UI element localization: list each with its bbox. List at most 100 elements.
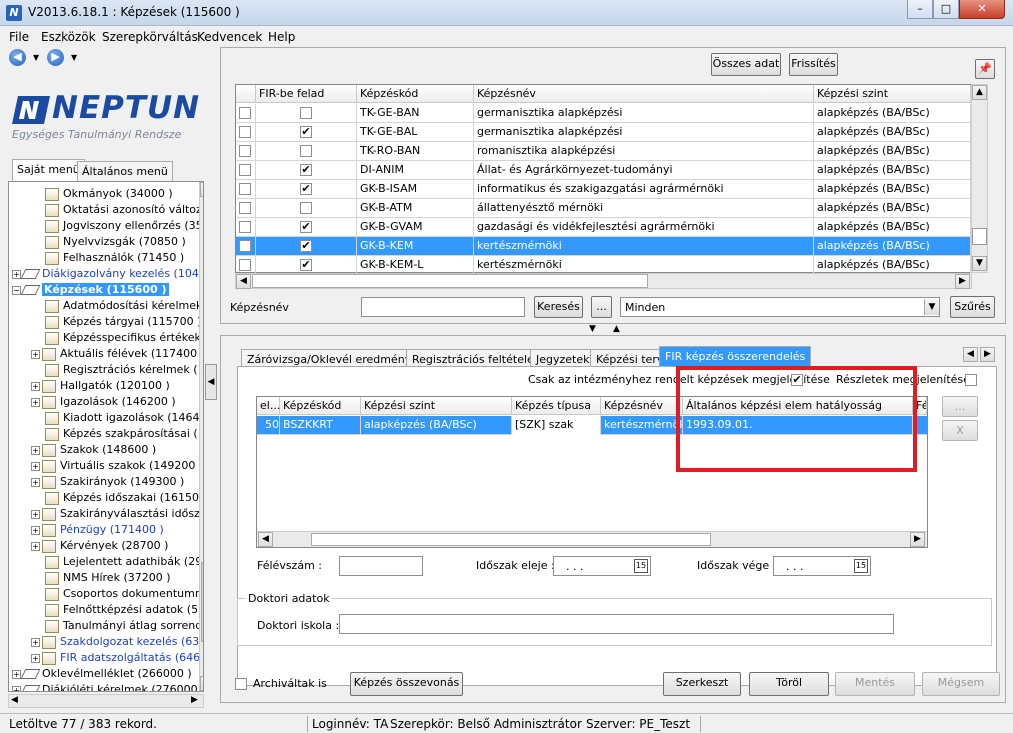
grid-scroll-thumb[interactable] [252,274,648,288]
semester-input[interactable] [339,556,423,576]
merge-training-button[interactable]: Képzés összevonás [350,672,463,696]
tree-node[interactable]: Kiadott igazolások (14640 [45,410,203,426]
menu-tools[interactable]: Eszközök [41,30,96,44]
tree-horizontal-scrollbar[interactable]: ◀ ▶ [8,694,204,708]
tree-vertical-scrollbar[interactable]: ▲ ▼ [199,182,203,691]
forward-arrow-icon[interactable]: ▶ [47,49,64,66]
tree-node[interactable]: + Oklevélmelléklet (266000 ) [12,666,192,682]
expand-icon[interactable]: + [31,461,40,471]
delete-button[interactable]: Töröl [749,672,829,696]
row-select-checkbox[interactable] [239,183,251,195]
tree-node[interactable]: + Diákjóléti kérelmek (276000 ) [12,682,203,691]
column-header[interactable]: Képzési szint [814,85,971,103]
calendar-icon[interactable]: 15 [854,559,868,573]
tree-node[interactable]: + FIR adatszolgáltatás (646 [31,650,200,666]
scroll-left-icon[interactable]: ◀ [11,695,18,705]
column-header[interactable]: Képzéskód [357,85,474,103]
fir-submit-checkbox[interactable] [300,145,312,157]
fir-grid-scroll-thumb[interactable] [311,533,711,546]
tree-node[interactable]: + Diákigazolvány kezelés (1040 [12,266,203,282]
scroll-down-icon[interactable]: ▼ [972,256,987,271]
menu-file[interactable]: File [9,30,29,44]
tree-node[interactable]: + Szakdolgozat kezelés (63 [31,634,199,650]
expand-icon[interactable]: + [12,269,21,279]
tree-node[interactable]: Képzés szakpárosításai (1 [45,426,203,442]
table-row[interactable]: ✔ GK-B-ISAM informatikus és szakigazgatási… [236,180,971,199]
period-end-input[interactable]: . . . 15 [773,556,871,576]
row-select-checkbox[interactable] [239,164,251,176]
table-row[interactable]: TK-RO-BAN romanisztika alapképzési alapkép… [236,142,971,161]
forward-dropdown-icon[interactable]: ▼ [71,53,77,62]
tab-training-plan[interactable]: Képzési terv [590,349,670,367]
pin-icon[interactable]: 📌 [975,59,995,79]
tree-node[interactable]: + Virtuális szakok (149200 ) [31,458,203,474]
expand-icon[interactable]: + [31,477,40,487]
scroll-right-icon[interactable]: ▶ [191,695,198,705]
maximize-button[interactable]: □ [933,0,959,19]
expand-icon[interactable]: + [31,637,40,647]
table-row[interactable]: GK-B-ATM állattenyésztő mérnöki alapképzés… [236,199,971,218]
fir-submit-checkbox[interactable] [300,202,312,214]
fir-grid-horizontal-scrollbar[interactable]: ◀ ▶ [257,531,927,547]
expand-icon[interactable]: + [12,669,21,679]
period-start-input[interactable]: . . . 15 [553,556,651,576]
tree-node[interactable]: + Aktuális félévek (117400 [31,346,197,362]
column-header[interactable]: Képzési szint [361,397,512,415]
scroll-up-icon[interactable]: ▲ [972,85,987,100]
column-header[interactable]: Fé [913,397,927,415]
tree-node[interactable]: + Szakirányválasztási időszak [31,506,203,522]
expand-icon[interactable]: + [12,685,21,691]
tab-scroll-right-icon[interactable]: ▶ [980,347,995,362]
expand-icon[interactable]: + [31,381,40,391]
fir-submit-checkbox[interactable]: ✔ [300,126,312,138]
cancel-button[interactable]: Mégsem [922,672,1000,696]
column-header[interactable]: Képzés típusa [512,397,601,415]
fir-submit-checkbox[interactable]: ✔ [300,183,312,195]
scroll-left-icon[interactable]: ◀ [258,532,273,547]
menu-role-switch[interactable]: Szerepkörváltás [102,30,198,44]
collapse-up-icon[interactable]: ▲ [613,324,620,334]
column-header[interactable]: FIR-be felad [256,85,357,103]
tree-node[interactable]: + Kérvények (28700 ) [31,538,168,554]
row-select-checkbox[interactable] [239,107,251,119]
collapse-sidebar-icon[interactable]: ◀ [205,364,217,400]
navigation-tree[interactable]: Okmányok (34000 ) Oktatási azonosító vált… [8,181,204,692]
back-dropdown-icon[interactable]: ▼ [33,53,39,62]
row-select-checkbox[interactable] [239,259,251,271]
table-row[interactable]: ✔ DI-ANIM Állat- és Agrárkörnyezet-tudomán… [236,161,971,180]
tree-node[interactable]: Képzésspecifikus értékek [45,330,201,346]
tree-node[interactable]: Felhasználók (71450 ) [45,250,184,266]
collapse-icon[interactable]: − [12,285,21,295]
tree-node[interactable]: Felnőttképzési adatok (57 [45,602,203,618]
tree-node[interactable]: + Hallgatók (120100 ) [31,378,170,394]
row-select-checkbox[interactable] [239,202,251,214]
archived-checkbox[interactable] [235,678,247,690]
search-button[interactable]: Keresés [534,296,583,318]
tab-final-exam-results[interactable]: Záróvizsga/Oklevél eredmények [241,349,431,367]
menu-help[interactable]: Help [268,30,295,44]
grid-horizontal-scrollbar[interactable]: ◀ ▶ [235,273,972,289]
filter-select[interactable]: Minden ▼ [620,297,940,317]
row-select-checkbox[interactable] [239,126,251,138]
table-row[interactable]: TK-GE-BAN germanisztika alapképzési alapké… [236,104,971,123]
more-button[interactable]: ... [942,396,978,417]
menu-favorites[interactable]: Kedvencek [197,30,262,44]
tree-node[interactable]: Okmányok (34000 ) [45,186,173,202]
tab-registration-conditions[interactable]: Regisztrációs feltételek [406,349,547,367]
expand-icon[interactable]: + [31,445,40,455]
grid-vertical-scrollbar[interactable]: ▲ ▼ [971,84,988,273]
table-row[interactable]: ✔ TK-GE-BAL germanisztika alapképzési alapk… [236,123,971,142]
filter-button[interactable]: Szűrés [950,296,995,318]
tree-scroll-thumb[interactable] [201,562,203,642]
minimize-button[interactable]: – [907,0,933,19]
tree-node[interactable]: + Pénzügy (171400 ) [31,522,164,538]
collapse-down-icon[interactable]: ▼ [589,324,596,334]
remove-button[interactable]: X [942,420,978,441]
pane-splitter[interactable]: ▼ ▲ [585,324,635,334]
table-row[interactable]: ✔ GK-B-KEM kertészmérnöki alapképzés (BA/BS… [236,237,971,256]
scroll-right-icon[interactable]: ▶ [955,274,970,289]
expand-icon[interactable]: + [31,349,40,359]
tree-node[interactable]: Tanulmányi átlag sorrend [45,618,202,634]
fir-submit-checkbox[interactable]: ✔ [300,259,312,271]
fir-submit-checkbox[interactable] [300,107,312,119]
